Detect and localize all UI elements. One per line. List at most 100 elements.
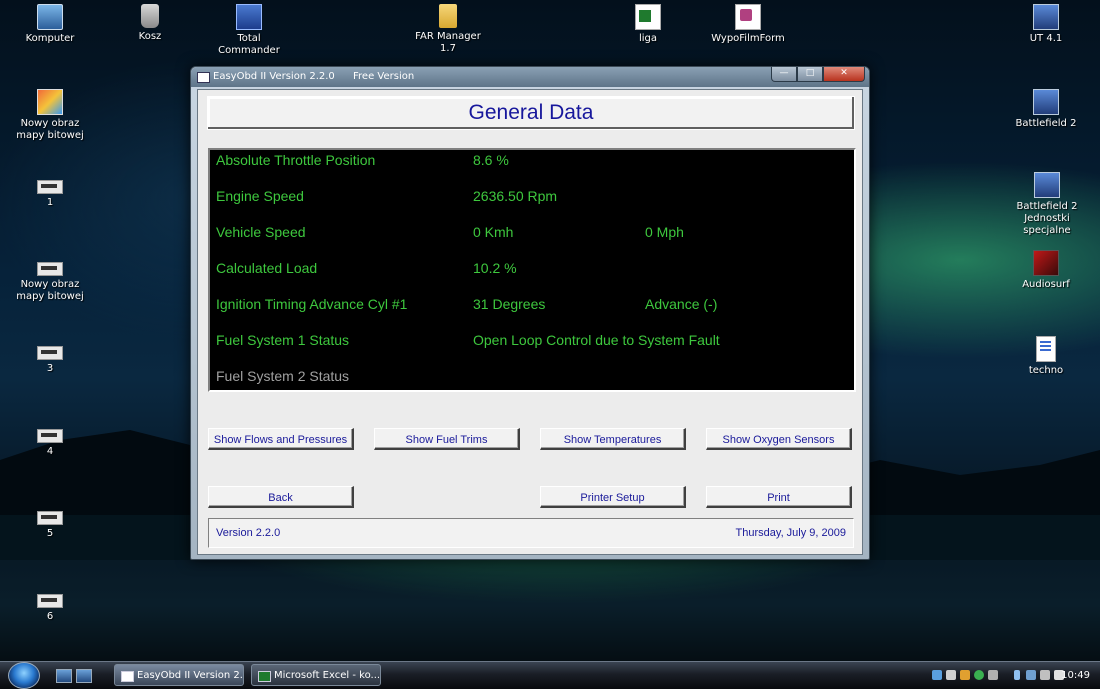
desktop-icon-4[interactable]: 4 xyxy=(8,421,92,458)
desktop-icon-bitmap-2[interactable]: Nowy obraz mapy bitowej xyxy=(8,254,92,303)
app-icon xyxy=(197,72,210,83)
print-button[interactable]: Print xyxy=(706,486,852,508)
data-label: Absolute Throttle Position xyxy=(216,152,376,168)
data-row: Fuel System 2 Status xyxy=(210,366,854,386)
window-controls: — □ ✕ xyxy=(771,67,865,82)
drive-icon xyxy=(37,262,63,276)
page-title: General Data xyxy=(207,96,855,130)
maximize-button[interactable]: □ xyxy=(797,67,823,82)
tray-app-icon[interactable] xyxy=(988,670,998,680)
network-icon[interactable] xyxy=(932,670,942,680)
close-icon: ✕ xyxy=(840,68,848,78)
data-label: Engine Speed xyxy=(216,188,304,204)
show-fuel-trims-button[interactable]: Show Fuel Trims xyxy=(374,428,520,450)
data-row: Vehicle Speed 0 Kmh 0 Mph xyxy=(210,222,854,242)
minimize-icon: — xyxy=(779,68,789,78)
data-value: 0 Kmh xyxy=(473,224,514,240)
show-desktop-icon[interactable] xyxy=(56,669,72,683)
desktop-icon-bitmap[interactable]: Nowy obraz mapy bitowej xyxy=(8,89,92,142)
version-label: Version 2.2.0 xyxy=(216,527,281,539)
window-edition: Free Version xyxy=(353,71,415,82)
desktop-icon-kosz[interactable]: Kosz xyxy=(108,4,192,43)
desktop-icon-techno[interactable]: techno xyxy=(1004,336,1088,377)
maximize-icon: □ xyxy=(805,68,815,78)
data-label: Fuel System 2 Status xyxy=(216,368,350,384)
desktop-icon-5[interactable]: 5 xyxy=(8,503,92,540)
bitmap-icon xyxy=(37,89,63,115)
trash-icon xyxy=(141,4,159,28)
desktop-icon-audiosurf[interactable]: Audiosurf xyxy=(1004,250,1088,291)
data-label: Ignition Timing Advance Cyl #1 xyxy=(216,296,408,312)
desktop-icon-battlefield2-special[interactable]: Battlefield 2 Jednostki specjalne xyxy=(1000,172,1094,237)
wireless-icon[interactable] xyxy=(1026,670,1036,680)
folder-icon xyxy=(439,4,457,28)
excel-icon xyxy=(258,671,271,682)
close-button[interactable]: ✕ xyxy=(823,67,865,82)
desktop-icon-ut41[interactable]: UT 4.1 xyxy=(1004,4,1088,45)
drive-icon xyxy=(37,511,63,525)
drive-icon xyxy=(37,346,63,360)
desktop-icon-6[interactable]: 6 xyxy=(8,586,92,623)
data-value: 2636.50 Rpm xyxy=(473,188,558,204)
desktop-icon-1[interactable]: 1 xyxy=(8,172,92,209)
desktop-icon-3[interactable]: 3 xyxy=(8,338,92,375)
data-row: Calculated Load 10.2 % xyxy=(210,258,854,278)
tray-arrow-icon[interactable] xyxy=(916,670,931,680)
drive-icon xyxy=(37,180,63,194)
window-title: EasyObd II Version 2.2.0 xyxy=(213,71,335,82)
show-oxygen-sensors-button[interactable]: Show Oxygen Sensors xyxy=(706,428,852,450)
taskbar-clock[interactable]: 10:49 xyxy=(1061,662,1090,689)
switch-windows-icon[interactable] xyxy=(76,669,92,683)
data-value: 10.2 % xyxy=(473,260,517,276)
minimize-button[interactable]: — xyxy=(771,67,797,82)
shortcut-icon xyxy=(1033,4,1059,30)
desktop-icon-total-commander[interactable]: Total Commander xyxy=(207,4,291,57)
drive-icon xyxy=(37,429,63,443)
show-temperatures-button[interactable]: Show Temperatures xyxy=(540,428,686,450)
data-row: Ignition Timing Advance Cyl #1 31 Degree… xyxy=(210,294,854,314)
desktop-icon-liga[interactable]: liga xyxy=(606,4,690,45)
drive-icon xyxy=(37,594,63,608)
desktop-icon-battlefield2[interactable]: Battlefield 2 xyxy=(1004,89,1088,130)
audiosurf-icon xyxy=(1033,250,1059,276)
battery-icon[interactable] xyxy=(1014,670,1020,680)
shortcut-icon xyxy=(1033,89,1059,115)
text-file-icon xyxy=(1036,336,1056,362)
data-value: 8.6 % xyxy=(473,152,509,168)
show-flows-button[interactable]: Show Flows and Pressures xyxy=(208,428,354,450)
desktop-icon-komputer[interactable]: Komputer xyxy=(8,4,92,45)
desktop-icon-far-manager[interactable]: FAR Manager 1.7 xyxy=(406,4,490,55)
back-button[interactable]: Back xyxy=(208,486,354,508)
data-extra: Advance (-) xyxy=(645,296,718,312)
printer-setup-button[interactable]: Printer Setup xyxy=(540,486,686,508)
window-titlebar[interactable]: EasyObd II Version 2.2.0 Free Version — … xyxy=(191,67,869,87)
tray-app-icon[interactable] xyxy=(960,670,970,680)
excel-file-icon xyxy=(635,4,661,30)
data-value: 31 Degrees xyxy=(473,296,546,312)
desktop-icon-wypofilmform[interactable]: WypoFilmForm xyxy=(706,4,790,45)
tray-app-icon[interactable] xyxy=(1040,670,1050,680)
shortcut-icon xyxy=(1034,172,1060,198)
computer-icon xyxy=(37,4,63,30)
window-client: General Data Absolute Throttle Position … xyxy=(197,89,863,555)
data-label: Calculated Load xyxy=(216,260,318,276)
system-tray: 10:49 xyxy=(910,662,1100,689)
taskbar-item-excel[interactable]: Microsoft Excel - ko... xyxy=(251,664,381,686)
data-row: Engine Speed 2636.50 Rpm xyxy=(210,186,854,206)
tray-app-icon[interactable] xyxy=(974,670,984,680)
start-button[interactable] xyxy=(8,662,40,689)
data-value: Open Loop Control due to System Fault xyxy=(473,332,720,348)
general-data-panel: Absolute Throttle Position 8.6 % Engine … xyxy=(208,148,856,392)
data-extra: 0 Mph xyxy=(645,224,684,240)
taskbar-item-easyobd[interactable]: EasyObd II Version 2.... xyxy=(114,664,244,686)
total-commander-icon xyxy=(236,4,262,30)
data-row: Absolute Throttle Position 8.6 % xyxy=(210,150,854,170)
easyobd-window[interactable]: EasyObd II Version 2.2.0 Free Version — … xyxy=(190,66,870,560)
status-bar: Version 2.2.0 Thursday, July 9, 2009 xyxy=(208,518,854,548)
document-icon xyxy=(735,4,761,30)
tray-app-icon[interactable] xyxy=(946,670,956,680)
window-icon xyxy=(121,671,134,682)
date-label: Thursday, July 9, 2009 xyxy=(735,527,846,539)
taskbar: EasyObd II Version 2.... Microsoft Excel… xyxy=(0,661,1100,689)
data-row: Fuel System 1 Status Open Loop Control d… xyxy=(210,330,854,350)
